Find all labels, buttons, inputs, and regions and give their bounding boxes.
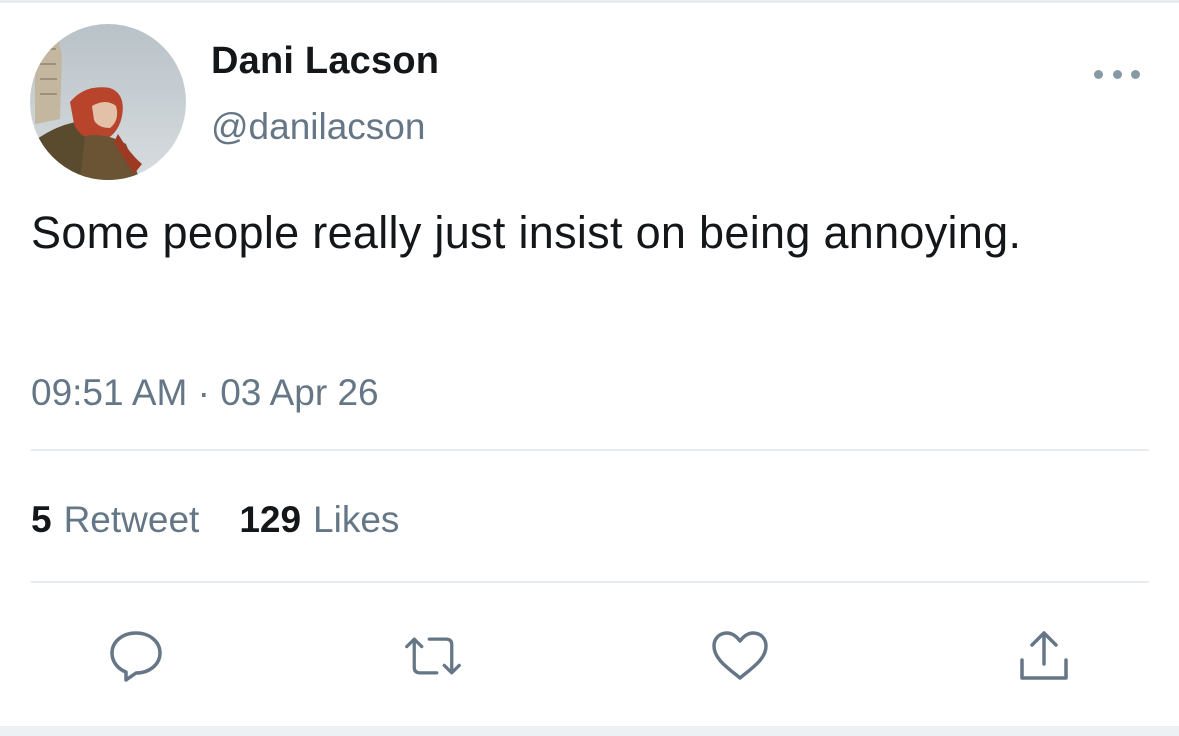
retweet-button[interactable] — [403, 628, 463, 684]
retweet-icon — [405, 637, 461, 675]
tweet-timestamp[interactable]: 09:51 AM · 03 Apr 26 — [31, 372, 379, 414]
likes-count: 129 — [239, 499, 302, 540]
more-options-icon[interactable] — [1094, 62, 1140, 86]
likes-label: Likes — [313, 499, 400, 540]
share-button[interactable] — [1014, 628, 1074, 684]
top-divider — [0, 0, 1179, 3]
more-dot — [1112, 69, 1122, 79]
tweet-detail: Dani Lacson @danilacson Some people real… — [0, 0, 1179, 736]
more-dot — [1131, 69, 1140, 79]
retweets-label: Retweet — [63, 499, 200, 540]
author-handle[interactable]: @danilacson — [211, 106, 425, 148]
bottom-divider — [0, 726, 1179, 736]
like-button[interactable] — [710, 628, 770, 684]
heart-icon — [712, 631, 768, 680]
stats-top-divider — [31, 449, 1149, 451]
avatar[interactable] — [30, 24, 186, 180]
share-icon — [1020, 631, 1068, 680]
tweet-text: Some people really just insist on being … — [31, 207, 1022, 258]
reply-icon — [110, 631, 162, 682]
reply-button[interactable] — [106, 628, 166, 684]
likes-stat[interactable]: 129 Likes — [239, 499, 399, 541]
stats-bottom-divider — [31, 581, 1149, 583]
engagement-stats: 5 Retweet 129 Likes — [31, 499, 399, 541]
avatar-image — [30, 24, 186, 180]
retweets-count: 5 — [31, 499, 52, 540]
author-display-name[interactable]: Dani Lacson — [211, 40, 439, 83]
retweets-stat[interactable]: 5 Retweet — [31, 499, 199, 541]
more-dot — [1094, 69, 1103, 79]
